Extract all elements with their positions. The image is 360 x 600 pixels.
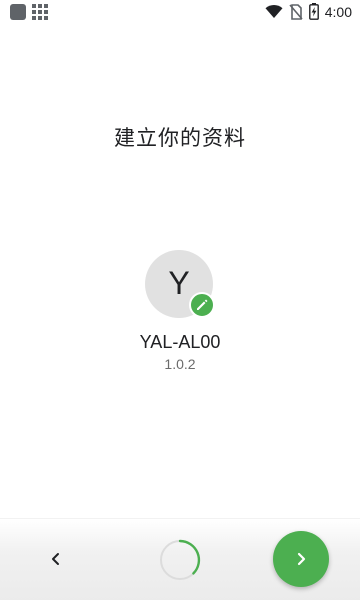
chevron-left-icon — [52, 553, 59, 565]
pencil-icon — [197, 299, 208, 310]
profile-setup-screen: 4:00 建立你的资料 Y YAL-AL00 1.0.2 — [0, 0, 360, 600]
status-time: 4:00 — [324, 3, 352, 20]
next-button[interactable] — [273, 531, 329, 587]
progress-spinner-icon — [160, 539, 201, 580]
back-button[interactable] — [40, 537, 72, 581]
edit-avatar-button[interactable] — [189, 292, 215, 318]
status-bar-right: 4:00 — [265, 3, 352, 20]
wifi-icon — [265, 4, 283, 18]
status-bar: 4:00 — [0, 0, 360, 24]
version-label: 1.0.2 — [164, 356, 196, 372]
device-name: YAL-AL00 — [139, 332, 221, 352]
notification-square-icon — [10, 4, 26, 20]
page-title: 建立你的资料 — [114, 126, 246, 150]
app-grid-icon — [32, 4, 48, 20]
status-bar-left — [10, 4, 48, 20]
no-sim-icon — [289, 3, 303, 20]
chevron-right-icon — [297, 552, 306, 566]
avatar-letter: Y — [168, 264, 190, 301]
battery-charging-icon — [308, 3, 319, 20]
